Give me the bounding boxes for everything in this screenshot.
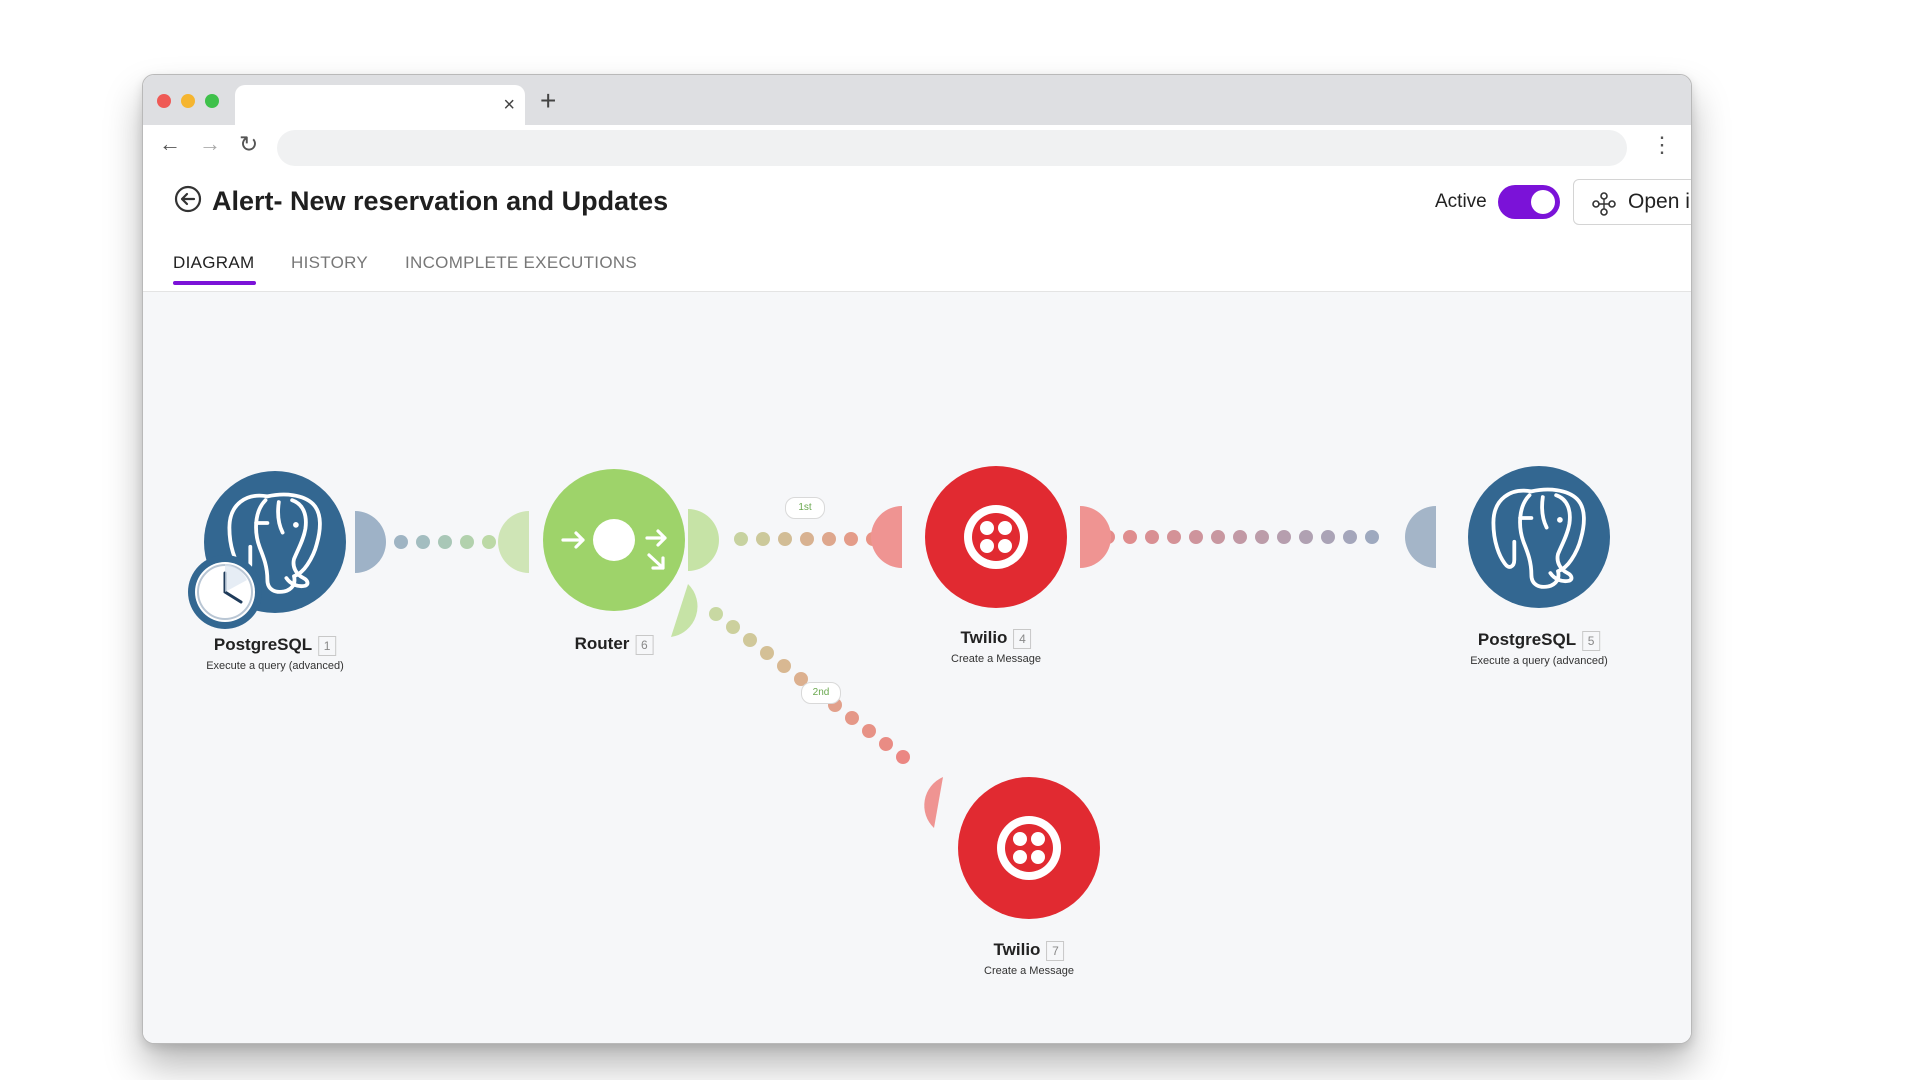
node-number: 6 <box>635 634 654 655</box>
node-number: 4 <box>1013 628 1032 649</box>
tab-history[interactable]: HISTORY <box>291 251 368 275</box>
open-button[interactable]: Open i <box>1573 179 1691 225</box>
diagram-canvas[interactable]: 1st 2nd PostgreSQL 1 Execute a query (adv… <box>143 292 1691 1043</box>
browser-menu-icon[interactable]: ⋮ <box>1651 131 1673 159</box>
node-name: Router 6 <box>575 633 654 655</box>
route-badge-2nd[interactable]: 2nd <box>801 682 841 704</box>
connector-twilio-postgres <box>1101 530 1379 544</box>
node-subtitle: Create a Message <box>984 965 1074 977</box>
postgresql-node-1[interactable] <box>188 471 346 629</box>
window-maximize-dot[interactable] <box>205 94 219 108</box>
back-arrow-icon[interactable]: ← <box>159 129 181 159</box>
node-handles <box>355 506 1436 828</box>
schedule-clock-icon[interactable] <box>188 555 262 629</box>
node-label-twilio-7: Twilio 7 Create a Message <box>984 939 1074 981</box>
new-tab-icon[interactable]: + <box>540 86 556 116</box>
node-name: PostgreSQL 5 <box>1470 629 1608 651</box>
address-bar[interactable] <box>277 130 1627 166</box>
postgresql-node-5[interactable] <box>1468 466 1610 608</box>
route-badge-1st[interactable]: 1st <box>785 497 825 519</box>
page-tabs: DIAGRAM HISTORY INCOMPLETE EXECUTIONS <box>143 239 1691 292</box>
node-label-postgresql-1: PostgreSQL 1 Execute a query (advanced) <box>206 634 344 676</box>
toggle-knob <box>1531 190 1555 214</box>
node-name: PostgreSQL 1 <box>206 634 344 656</box>
node-subtitle: Execute a query (advanced) <box>206 660 344 672</box>
node-subtitle: Execute a query (advanced) <box>1470 655 1608 667</box>
node-name: Twilio 7 <box>984 939 1074 961</box>
open-button-label: Open i <box>1628 190 1690 213</box>
node-number: 5 <box>1582 630 1601 651</box>
twilio-icon <box>997 816 1061 880</box>
connector-postgres-router <box>394 535 496 549</box>
node-subtitle: Create a Message <box>951 653 1041 665</box>
node-number: 7 <box>1046 940 1065 961</box>
tab-incomplete-executions[interactable]: INCOMPLETE EXECUTIONS <box>405 251 637 275</box>
page-title: Alert- New reservation and Updates <box>212 186 669 216</box>
tab-diagram[interactable]: DIAGRAM <box>173 251 254 275</box>
router-node[interactable] <box>543 469 685 611</box>
twilio-node-7[interactable] <box>958 777 1100 919</box>
node-name: Twilio 4 <box>951 627 1041 649</box>
twilio-node-4[interactable] <box>925 466 1067 608</box>
tab-close-icon[interactable]: × <box>503 93 515 117</box>
back-circle-icon[interactable] <box>173 184 203 214</box>
window-close-dot[interactable] <box>157 94 171 108</box>
scenario-page: Alert- New reservation and Updates Activ… <box>143 169 1691 1043</box>
node-number: 1 <box>318 635 337 656</box>
flow-icon <box>1592 192 1616 216</box>
node-label-postgresql-5: PostgreSQL 5 Execute a query (advanced) <box>1470 629 1608 671</box>
connector-router-twilio-1st <box>734 532 880 546</box>
diagram-svg <box>188 466 1610 919</box>
browser-window: × + ← → ↻ ⋮ Alert- New reservation and U… <box>142 74 1692 1044</box>
window-minimize-dot[interactable] <box>181 94 195 108</box>
twilio-icon <box>964 505 1028 569</box>
forward-arrow-icon[interactable]: → <box>199 129 221 159</box>
active-label: Active <box>1435 191 1487 212</box>
selected-tab-indicator <box>173 281 256 285</box>
browser-toolbar: ← → ↻ ⋮ <box>143 125 1691 169</box>
node-label-router: Router 6 <box>575 633 654 655</box>
reload-icon[interactable]: ↻ <box>239 129 258 159</box>
browser-tab-bar: × + <box>143 75 1691 125</box>
node-label-twilio-4: Twilio 4 Create a Message <box>951 627 1041 669</box>
active-toggle[interactable] <box>1498 185 1560 219</box>
browser-tab[interactable]: × <box>235 85 525 125</box>
